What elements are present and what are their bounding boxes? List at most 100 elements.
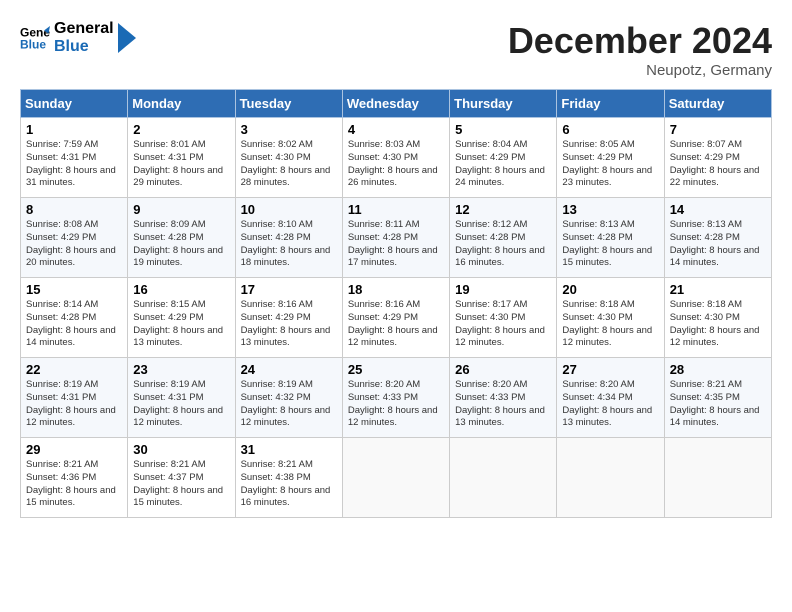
day-details: Sunrise: 8:21 AMSunset: 4:36 PMDaylight:… [26, 459, 122, 510]
day-details: Sunrise: 8:01 AMSunset: 4:31 PMDaylight:… [133, 139, 229, 190]
day-number: 16 [133, 282, 229, 297]
day-number: 9 [133, 202, 229, 217]
calendar-cell: 19 Sunrise: 8:17 AMSunset: 4:30 PMDayligh… [450, 278, 557, 358]
calendar-table: SundayMondayTuesdayWednesdayThursdayFrid… [20, 89, 772, 518]
day-details: Sunrise: 8:15 AMSunset: 4:29 PMDaylight:… [133, 299, 229, 350]
day-details: Sunrise: 8:21 AMSunset: 4:38 PMDaylight:… [241, 459, 337, 510]
day-details: Sunrise: 8:02 AMSunset: 4:30 PMDaylight:… [241, 139, 337, 190]
calendar-cell: 16 Sunrise: 8:15 AMSunset: 4:29 PMDayligh… [128, 278, 235, 358]
logo-icon: General Blue [20, 23, 50, 53]
calendar-cell: 29 Sunrise: 8:21 AMSunset: 4:36 PMDayligh… [21, 438, 128, 518]
calendar-cell: 23 Sunrise: 8:19 AMSunset: 4:31 PMDayligh… [128, 358, 235, 438]
day-details: Sunrise: 8:09 AMSunset: 4:28 PMDaylight:… [133, 219, 229, 270]
calendar-week-5: 29 Sunrise: 8:21 AMSunset: 4:36 PMDayligh… [21, 438, 772, 518]
calendar-cell: 27 Sunrise: 8:20 AMSunset: 4:34 PMDayligh… [557, 358, 664, 438]
day-number: 8 [26, 202, 122, 217]
header-tuesday: Tuesday [235, 90, 342, 118]
day-number: 24 [241, 362, 337, 377]
calendar-week-3: 15 Sunrise: 8:14 AMSunset: 4:28 PMDayligh… [21, 278, 772, 358]
day-details: Sunrise: 8:21 AMSunset: 4:35 PMDaylight:… [670, 379, 766, 430]
calendar-cell: 28 Sunrise: 8:21 AMSunset: 4:35 PMDayligh… [664, 358, 771, 438]
day-details: Sunrise: 8:08 AMSunset: 4:29 PMDaylight:… [26, 219, 122, 270]
day-details: Sunrise: 8:05 AMSunset: 4:29 PMDaylight:… [562, 139, 658, 190]
day-details: Sunrise: 8:21 AMSunset: 4:37 PMDaylight:… [133, 459, 229, 510]
day-number: 15 [26, 282, 122, 297]
day-number: 26 [455, 362, 551, 377]
day-number: 25 [348, 362, 444, 377]
calendar-cell [664, 438, 771, 518]
calendar-week-1: 1 Sunrise: 7:59 AMSunset: 4:31 PMDaylight… [21, 118, 772, 198]
day-details: Sunrise: 8:11 AMSunset: 4:28 PMDaylight:… [348, 219, 444, 270]
calendar-cell: 17Sunrise: 8:16 AMSunset: 4:29 PMDayligh… [235, 278, 342, 358]
month-title: December 2024 [508, 20, 772, 62]
calendar-cell [557, 438, 664, 518]
day-details: Sunrise: 8:13 AMSunset: 4:28 PMDaylight:… [562, 219, 658, 270]
day-number: 19 [455, 282, 551, 297]
day-number: 22 [26, 362, 122, 377]
calendar-cell: 18Sunrise: 8:16 AMSunset: 4:29 PMDayligh… [342, 278, 449, 358]
calendar-week-4: 22 Sunrise: 8:19 AMSunset: 4:31 PMDayligh… [21, 358, 772, 438]
calendar-cell: 21Sunrise: 8:18 AMSunset: 4:30 PMDayligh… [664, 278, 771, 358]
logo-blue: Blue [54, 38, 114, 56]
day-number: 2 [133, 122, 229, 137]
day-number: 14 [670, 202, 766, 217]
day-number: 12 [455, 202, 551, 217]
page-header: General Blue General Blue December 2024 … [20, 20, 772, 79]
header-wednesday: Wednesday [342, 90, 449, 118]
day-number: 13 [562, 202, 658, 217]
day-number: 3 [241, 122, 337, 137]
calendar-cell [342, 438, 449, 518]
day-details: Sunrise: 7:59 AMSunset: 4:31 PMDaylight:… [26, 139, 122, 190]
day-details: Sunrise: 8:12 AMSunset: 4:28 PMDaylight:… [455, 219, 551, 270]
header-thursday: Thursday [450, 90, 557, 118]
day-details: Sunrise: 8:07 AMSunset: 4:29 PMDaylight:… [670, 139, 766, 190]
day-number: 31 [241, 442, 337, 457]
day-details: Sunrise: 8:20 AMSunset: 4:34 PMDaylight:… [562, 379, 658, 430]
day-number: 29 [26, 442, 122, 457]
day-number: 21 [670, 282, 766, 297]
calendar-cell: 7 Sunrise: 8:07 AMSunset: 4:29 PMDaylight… [664, 118, 771, 198]
day-number: 1 [26, 122, 122, 137]
calendar-cell: 26 Sunrise: 8:20 AMSunset: 4:33 PMDayligh… [450, 358, 557, 438]
day-number: 10 [241, 202, 337, 217]
day-details: Sunrise: 8:03 AMSunset: 4:30 PMDaylight:… [348, 139, 444, 190]
day-details: Sunrise: 8:19 AMSunset: 4:32 PMDaylight:… [241, 379, 337, 430]
calendar-cell: 5Sunrise: 8:04 AMSunset: 4:29 PMDaylight… [450, 118, 557, 198]
day-details: Sunrise: 8:14 AMSunset: 4:28 PMDaylight:… [26, 299, 122, 350]
day-number: 23 [133, 362, 229, 377]
day-details: Sunrise: 8:13 AMSunset: 4:28 PMDaylight:… [670, 219, 766, 270]
calendar-cell: 4 Sunrise: 8:03 AMSunset: 4:30 PMDaylight… [342, 118, 449, 198]
day-number: 4 [348, 122, 444, 137]
location-subtitle: Neupotz, Germany [508, 62, 772, 79]
calendar-cell: 30 Sunrise: 8:21 AMSunset: 4:37 PMDayligh… [128, 438, 235, 518]
day-details: Sunrise: 8:17 AMSunset: 4:30 PMDaylight:… [455, 299, 551, 350]
day-number: 27 [562, 362, 658, 377]
day-number: 28 [670, 362, 766, 377]
calendar-cell: 31 Sunrise: 8:21 AMSunset: 4:38 PMDayligh… [235, 438, 342, 518]
calendar-cell: 15 Sunrise: 8:14 AMSunset: 4:28 PMDayligh… [21, 278, 128, 358]
calendar-cell: 13 Sunrise: 8:13 AMSunset: 4:28 PMDayligh… [557, 198, 664, 278]
calendar-cell: 10Sunrise: 8:10 AMSunset: 4:28 PMDayligh… [235, 198, 342, 278]
svg-text:Blue: Blue [20, 37, 46, 51]
day-number: 11 [348, 202, 444, 217]
header-monday: Monday [128, 90, 235, 118]
logo-general: General [54, 20, 114, 38]
day-number: 18 [348, 282, 444, 297]
day-details: Sunrise: 8:20 AMSunset: 4:33 PMDaylight:… [455, 379, 551, 430]
day-details: Sunrise: 8:19 AMSunset: 4:31 PMDaylight:… [26, 379, 122, 430]
calendar-cell: 20Sunrise: 8:18 AMSunset: 4:30 PMDayligh… [557, 278, 664, 358]
calendar-cell: 6Sunrise: 8:05 AMSunset: 4:29 PMDaylight… [557, 118, 664, 198]
calendar-header-row: SundayMondayTuesdayWednesdayThursdayFrid… [21, 90, 772, 118]
header-sunday: Sunday [21, 90, 128, 118]
logo-arrow-icon [118, 23, 136, 53]
header-saturday: Saturday [664, 90, 771, 118]
calendar-cell [450, 438, 557, 518]
calendar-cell: 22 Sunrise: 8:19 AMSunset: 4:31 PMDayligh… [21, 358, 128, 438]
day-details: Sunrise: 8:18 AMSunset: 4:30 PMDaylight:… [562, 299, 658, 350]
day-details: Sunrise: 8:19 AMSunset: 4:31 PMDaylight:… [133, 379, 229, 430]
day-number: 17 [241, 282, 337, 297]
logo: General Blue General Blue [20, 20, 136, 55]
day-number: 7 [670, 122, 766, 137]
calendar-cell: 14 Sunrise: 8:13 AMSunset: 4:28 PMDayligh… [664, 198, 771, 278]
day-number: 30 [133, 442, 229, 457]
